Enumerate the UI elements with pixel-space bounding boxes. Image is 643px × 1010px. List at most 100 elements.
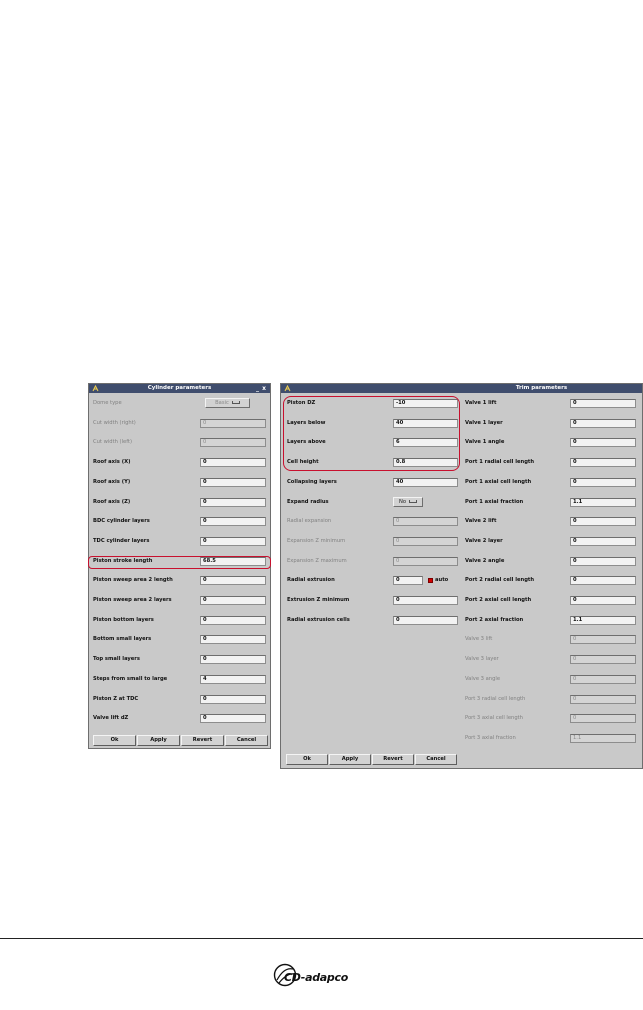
trim-revert-button[interactable]: Revert [372, 754, 414, 765]
footer-rule [0, 938, 643, 939]
cylinder-param-field[interactable]: 0 [200, 694, 266, 704]
cylinder-param-field[interactable]: 4 [200, 674, 266, 684]
trim-param-label: Radial expansion [287, 518, 332, 525]
trim-param-label: Expansion Z maximum [287, 557, 347, 564]
cylinder-param-field: 0 [200, 418, 266, 428]
trim-param-field[interactable]: 0 [570, 477, 636, 487]
trim-param-field: 1.1 [570, 733, 636, 743]
trim-param-field[interactable]: 1.1 [570, 615, 636, 625]
dropdown-icon [409, 499, 418, 503]
trim-param-field[interactable]: 0 [570, 399, 636, 408]
brand-name: CD-adapco [284, 971, 348, 984]
trim-param-label: Valve 3 lift [465, 636, 493, 643]
trim-cancel-button[interactable]: Cancel [415, 754, 457, 765]
trim-param-label: Extrusion Z minimum [287, 597, 350, 603]
cylinder-param-field[interactable]: 0 [200, 615, 266, 625]
close-icon[interactable]: x [262, 384, 266, 393]
trim-param-label: Valve 2 angle [465, 557, 505, 564]
cylinder-param-field[interactable]: 0 [200, 536, 266, 546]
dropdown-icon [231, 401, 240, 404]
trim-param-label: Port 1 radial cell length [465, 459, 535, 466]
cylinder-param-field[interactable]: 0 [200, 635, 266, 645]
cylinder-param-label: Piston bottom layers [93, 616, 154, 623]
trim-param-label: Port 3 axial fraction [465, 734, 516, 741]
trim-param-field[interactable]: 1.1 [570, 497, 636, 507]
trim-param-label: Valve 2 lift [465, 518, 497, 525]
trim-param-label: Valve 1 layer [465, 419, 503, 426]
trim-param-label: Port 2 axial cell length [465, 597, 532, 603]
trim-param-label: Radial extrusion [287, 577, 335, 584]
piston-stroke-highlight [88, 556, 271, 569]
trim-param-field[interactable]: 0 [570, 438, 636, 448]
cylinder-param-label: Roof axis (Y) [93, 478, 131, 485]
trim-param-label: Radial extrusion cells [287, 616, 350, 623]
trim-param-field[interactable]: 0 [393, 576, 423, 586]
cylinder-param-field[interactable]: 0 [200, 497, 266, 507]
cylinder-param-field[interactable]: 0 [200, 517, 266, 527]
cylinder-param-field[interactable]: 0 [200, 458, 266, 468]
trim-param-label: Expand radius [287, 498, 329, 505]
trim-param-label: Valve 1 lift [465, 400, 497, 406]
trim-param-field: 0 [570, 694, 636, 704]
trim-param-field[interactable]: 0 [570, 556, 636, 566]
trim-param-label: Valve 1 angle [465, 439, 505, 446]
cylinder-title-bar[interactable]: Cylinder parameters _ x [89, 384, 270, 393]
trim-param-field: 0 [570, 655, 636, 665]
cylinder-param-label: Roof axis (X) [93, 459, 131, 466]
trim-param-combo[interactable]: No [393, 496, 423, 507]
cylinder-param-field[interactable]: 0 [200, 596, 266, 605]
cylinder-param-label: Dome type [93, 400, 122, 406]
trim-param-field: 0 [393, 536, 458, 546]
cylinder-param-label: Cut width (right) [93, 419, 136, 426]
cylinder-param-label: TDC cylinder layers [93, 537, 150, 544]
cylinder-apply-button[interactable]: Apply [137, 735, 180, 746]
trim-param-field[interactable]: 0 [570, 536, 636, 546]
trim-param-combo-value: No [398, 498, 407, 505]
cylinder-param-field: 0 [200, 438, 266, 448]
cylinder-ok-button[interactable]: Ok [93, 735, 136, 746]
trim-title-bar[interactable]: Trim parameters [281, 384, 642, 393]
cylinder-title: Cylinder parameters [147, 385, 212, 391]
trim-param-field[interactable]: 0 [570, 458, 636, 468]
trim-param-field: 0 [570, 674, 636, 684]
trim-param-label: Port 3 axial cell length [465, 715, 523, 722]
trim-param-field[interactable]: 0 [393, 596, 458, 605]
cylinder-cancel-button[interactable]: Cancel [225, 735, 268, 746]
cylinder-param-combo: Basic [205, 398, 250, 408]
trim-param-field: 0 [570, 714, 636, 724]
trim-param-label: Port 2 axial fraction [465, 616, 524, 623]
cylinder-param-label: Piston Z at TDC [93, 695, 139, 702]
cylinder-param-field[interactable]: 0 [200, 477, 266, 487]
cylinder-param-label: Valve lift dZ [93, 715, 129, 722]
trim-param-label: Port 1 axial fraction [465, 498, 524, 505]
cylinder-param-label: Cut width (left) [93, 439, 132, 446]
trim-param-field[interactable]: 0 [393, 615, 458, 625]
cylinder-param-label: Piston sweep area 2 layers [93, 597, 172, 603]
trim-param-field: 0 [570, 635, 636, 645]
trim-param-label: Port 3 radial cell length [465, 695, 526, 702]
auto-checkbox-label: auto [435, 577, 449, 584]
trim-param-label: Valve 3 angle [465, 675, 501, 682]
auto-checkbox[interactable] [428, 578, 433, 584]
window-menu-icon[interactable] [284, 385, 291, 392]
trim-apply-button[interactable]: Apply [329, 754, 371, 765]
trim-param-field[interactable]: 40 [393, 477, 458, 487]
trim-ok-button[interactable]: Ok [286, 754, 328, 765]
cylinder-param-combo-value: Basic [215, 400, 229, 406]
cylinder-revert-button[interactable]: Revert [181, 735, 224, 746]
trim-param-field[interactable]: 0 [570, 596, 636, 605]
trim-param-label: Valve 3 layer [465, 656, 499, 663]
trim-param-field[interactable]: 0 [570, 576, 636, 586]
cylinder-param-field[interactable]: 0 [200, 714, 266, 724]
minimize-icon[interactable]: _ [256, 384, 259, 393]
window-menu-icon[interactable] [92, 385, 99, 392]
cylinder-param-field[interactable]: 0 [200, 655, 266, 665]
trim-param-label: Valve 2 layer [465, 537, 503, 544]
trim-param-field: 0 [393, 517, 458, 527]
cylinder-param-label: Steps from small to large [93, 675, 168, 682]
trim-param-field[interactable]: 0 [570, 418, 636, 428]
cylinder-param-field[interactable]: 0 [200, 576, 266, 586]
trim-param-field[interactable]: 0 [570, 517, 636, 527]
trim-param-label: Port 1 axial cell length [465, 478, 532, 485]
cylinder-param-label: Roof axis (Z) [93, 498, 131, 505]
